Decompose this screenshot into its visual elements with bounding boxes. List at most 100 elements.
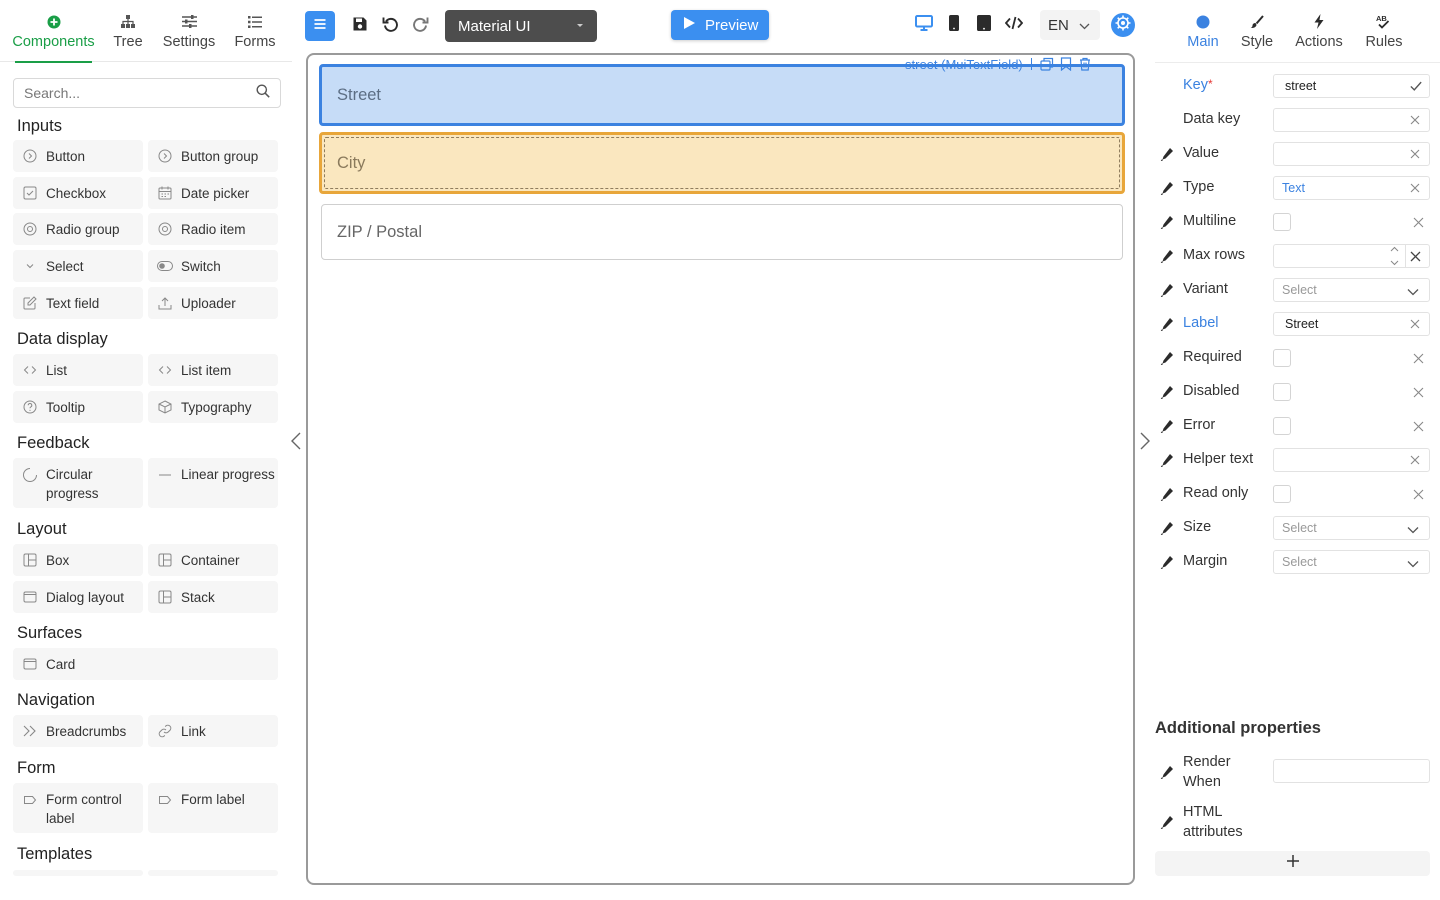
component-typography[interactable]: Typography	[148, 391, 278, 423]
pen-icon[interactable]	[1160, 385, 1174, 399]
component-radio-group[interactable]: Radio group	[13, 213, 143, 245]
label-input[interactable]: Street	[1273, 312, 1430, 336]
close-icon[interactable]	[1412, 386, 1424, 398]
trash-icon[interactable]	[1078, 57, 1093, 72]
component-text-field[interactable]: Text field	[13, 287, 143, 319]
render-when-input[interactable]	[1273, 759, 1430, 783]
pen-icon[interactable]	[1160, 351, 1174, 365]
undo-button[interactable]	[380, 16, 400, 36]
component-switch[interactable]: Switch	[148, 250, 278, 282]
size-select[interactable]: Select	[1273, 516, 1430, 540]
component-box[interactable]: Box	[13, 544, 143, 576]
pen-icon[interactable]	[1160, 317, 1174, 331]
component-select[interactable]: Select	[13, 250, 143, 282]
collapse-left-panel-button[interactable]	[288, 431, 304, 455]
code-view-button[interactable]	[1003, 15, 1025, 35]
component-form-label[interactable]: Form label	[148, 783, 278, 833]
pen-icon[interactable]	[1160, 815, 1174, 829]
close-icon[interactable]	[1412, 420, 1424, 432]
component-tooltip[interactable]: Tooltip	[13, 391, 143, 423]
tab-components[interactable]: Components	[12, 0, 95, 63]
close-icon[interactable]	[1412, 352, 1424, 364]
search-input[interactable]	[24, 85, 256, 101]
theme-settings-button[interactable]	[1111, 13, 1135, 37]
pen-icon[interactable]	[1160, 215, 1174, 229]
preview-button[interactable]: Preview	[671, 10, 769, 40]
key-input[interactable]: street	[1273, 74, 1430, 98]
mobile-view-button[interactable]	[944, 14, 964, 35]
component-button[interactable]: Button	[13, 140, 143, 172]
component-uploader[interactable]: Uploader	[148, 287, 278, 319]
tab-tree[interactable]: Tree	[108, 0, 148, 62]
type-input[interactable]: Text	[1273, 176, 1430, 200]
desktop-view-button[interactable]	[913, 14, 935, 35]
component-radio-item[interactable]: Radio item	[148, 213, 278, 245]
tab-main[interactable]: Main	[1184, 0, 1222, 62]
tab-actions[interactable]: Actions	[1294, 0, 1344, 62]
component-list-item[interactable]: List item	[148, 354, 278, 386]
language-select[interactable]: EN	[1040, 10, 1100, 40]
tab-style[interactable]: Style	[1238, 0, 1276, 62]
variant-select[interactable]: Select	[1273, 278, 1430, 302]
pen-icon[interactable]	[1160, 181, 1174, 195]
error-checkbox[interactable]	[1273, 417, 1291, 435]
pen-icon[interactable]	[1160, 249, 1174, 263]
add-attribute-button[interactable]: +	[1155, 851, 1430, 876]
pen-icon[interactable]	[1160, 147, 1174, 161]
read-only-checkbox[interactable]	[1273, 485, 1291, 503]
component-button-group[interactable]: Button group	[148, 140, 278, 172]
component-stack[interactable]: Stack	[148, 581, 278, 613]
component-breadcrumbs[interactable]: Breadcrumbs	[13, 715, 143, 747]
collapse-right-panel-button[interactable]	[1137, 431, 1153, 455]
close-icon[interactable]	[1412, 216, 1424, 228]
pen-icon[interactable]	[1160, 555, 1174, 569]
close-icon[interactable]	[1409, 114, 1421, 126]
required-checkbox[interactable]	[1273, 349, 1291, 367]
zip-text-field[interactable]: ZIP / Postal	[321, 204, 1123, 260]
close-icon[interactable]	[1409, 148, 1421, 160]
component-dialog-layout[interactable]: Dialog layout	[13, 581, 143, 613]
pen-icon[interactable]	[1160, 419, 1174, 433]
component-circular-progress[interactable]: Circular progress	[13, 458, 143, 508]
pen-icon[interactable]	[1160, 283, 1174, 297]
component-form-control-label[interactable]: Form control label	[13, 783, 143, 833]
city-text-field[interactable]: City	[319, 132, 1125, 194]
template-item-partial[interactable]	[148, 870, 278, 876]
menu-button[interactable]	[305, 11, 335, 41]
template-item-partial[interactable]	[13, 870, 143, 876]
pen-icon[interactable]	[1160, 765, 1174, 779]
duplicate-icon[interactable]	[1040, 57, 1055, 72]
pen-icon[interactable]	[1160, 487, 1174, 501]
search-icon[interactable]	[256, 84, 270, 103]
pen-icon[interactable]	[1160, 453, 1174, 467]
ui-library-select[interactable]: Material UI	[445, 10, 597, 42]
bookmark-icon[interactable]	[1059, 57, 1074, 72]
max-rows-input[interactable]	[1273, 244, 1430, 268]
disabled-checkbox[interactable]	[1273, 383, 1291, 401]
close-icon[interactable]	[1412, 488, 1424, 500]
tab-rules[interactable]: AB Rules	[1364, 0, 1404, 62]
component-date-picker[interactable]: Date picker	[148, 177, 278, 209]
value-input[interactable]	[1273, 142, 1430, 166]
check-icon[interactable]	[1410, 80, 1422, 92]
close-icon[interactable]	[1409, 454, 1421, 466]
component-card[interactable]: Card	[13, 648, 278, 680]
close-icon[interactable]	[1409, 182, 1421, 194]
save-button[interactable]	[350, 16, 370, 36]
redo-button[interactable]	[410, 16, 430, 36]
component-link[interactable]: Link	[148, 715, 278, 747]
helper-text-input[interactable]	[1273, 448, 1430, 472]
component-list[interactable]: List	[13, 354, 143, 386]
close-icon[interactable]	[1409, 250, 1421, 262]
component-linear-progress[interactable]: Linear progress	[148, 458, 278, 508]
component-checkbox[interactable]: Checkbox	[13, 177, 143, 209]
pen-icon[interactable]	[1160, 521, 1174, 535]
close-icon[interactable]	[1409, 318, 1421, 330]
number-stepper[interactable]	[1389, 246, 1399, 266]
data-key-input[interactable]	[1273, 108, 1430, 132]
street-text-field[interactable]: Street	[319, 64, 1125, 126]
tab-settings[interactable]: Settings	[162, 0, 216, 62]
tablet-view-button[interactable]	[974, 14, 994, 35]
multiline-checkbox[interactable]	[1273, 213, 1291, 231]
component-container[interactable]: Container	[148, 544, 278, 576]
